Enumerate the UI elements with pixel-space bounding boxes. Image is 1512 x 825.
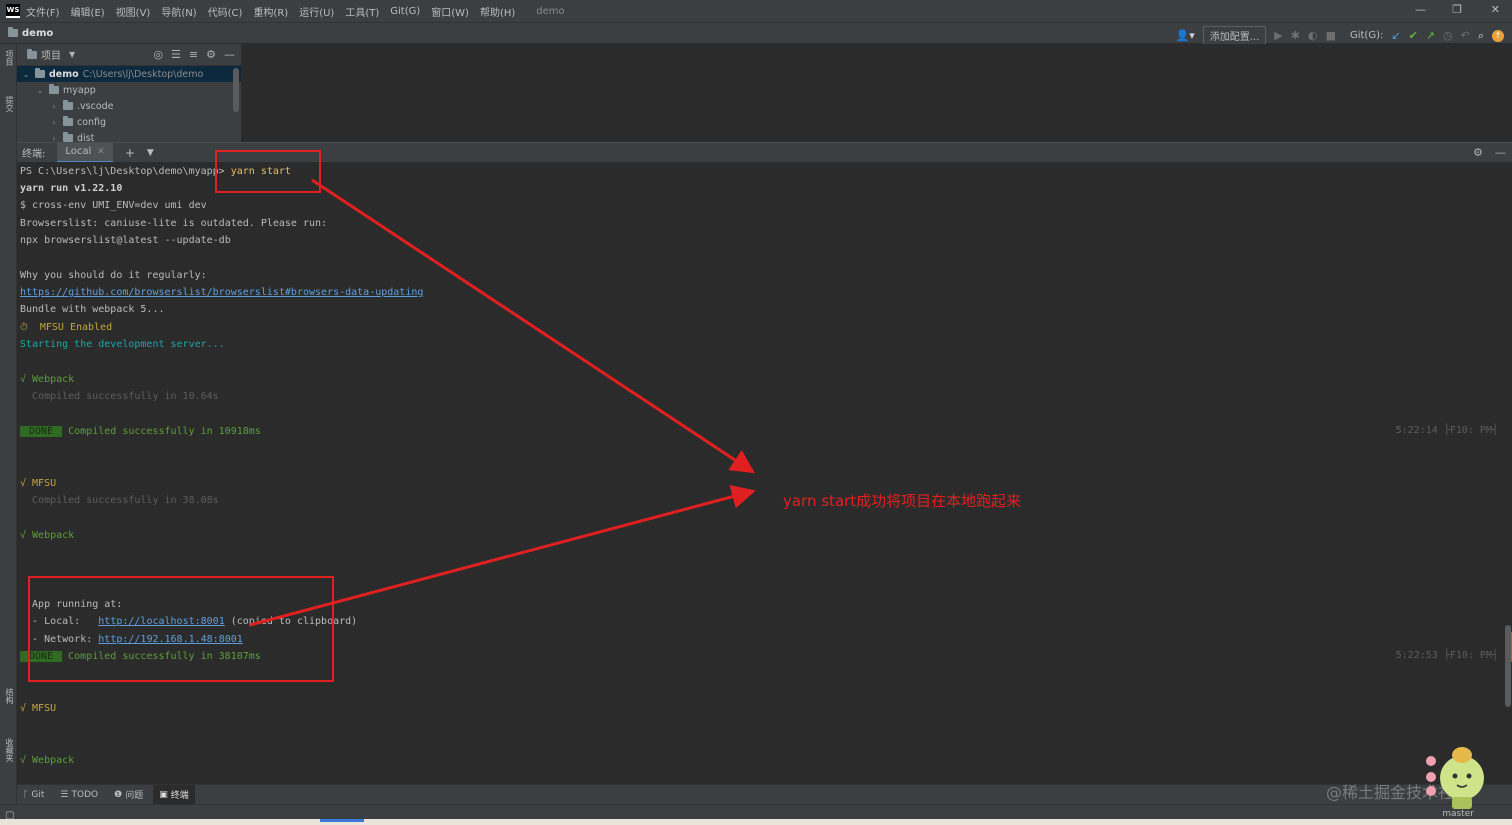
- problems-tool-label: 问题: [125, 791, 144, 801]
- mascot-icon: [1426, 747, 1484, 809]
- terminal-icon: ▣: [159, 789, 168, 800]
- list-icon: ☰: [60, 789, 69, 800]
- annotation-label: yarn start成功将项目在本地跑起来: [783, 492, 1022, 510]
- git-tool-button[interactable]: ᚴ Git: [17, 785, 50, 805]
- annotation-arrow-bottom: [249, 485, 756, 627]
- git-tool-label: Git: [31, 789, 45, 800]
- annotation-arrow-top: [311, 178, 756, 474]
- terminal-tool-label: 终端: [170, 791, 189, 801]
- git-branch-icon: ᚴ: [23, 789, 29, 800]
- info-icon: ❶: [114, 789, 123, 800]
- todo-tool-label: TODO: [71, 789, 99, 800]
- bottom-tool-bar: ᚴ Git ☰ TODO ❶ 问题 ▣ 终端: [17, 784, 1512, 805]
- taskbar-strip: [0, 819, 1512, 825]
- taskbar-active-indicator: [320, 819, 364, 822]
- problems-tool-button[interactable]: ❶ 问题: [108, 785, 149, 805]
- todo-tool-button[interactable]: ☰ TODO: [54, 785, 104, 805]
- annotation-arrows: [249, 178, 756, 627]
- terminal-tool-button[interactable]: ▣ 终端: [153, 784, 195, 805]
